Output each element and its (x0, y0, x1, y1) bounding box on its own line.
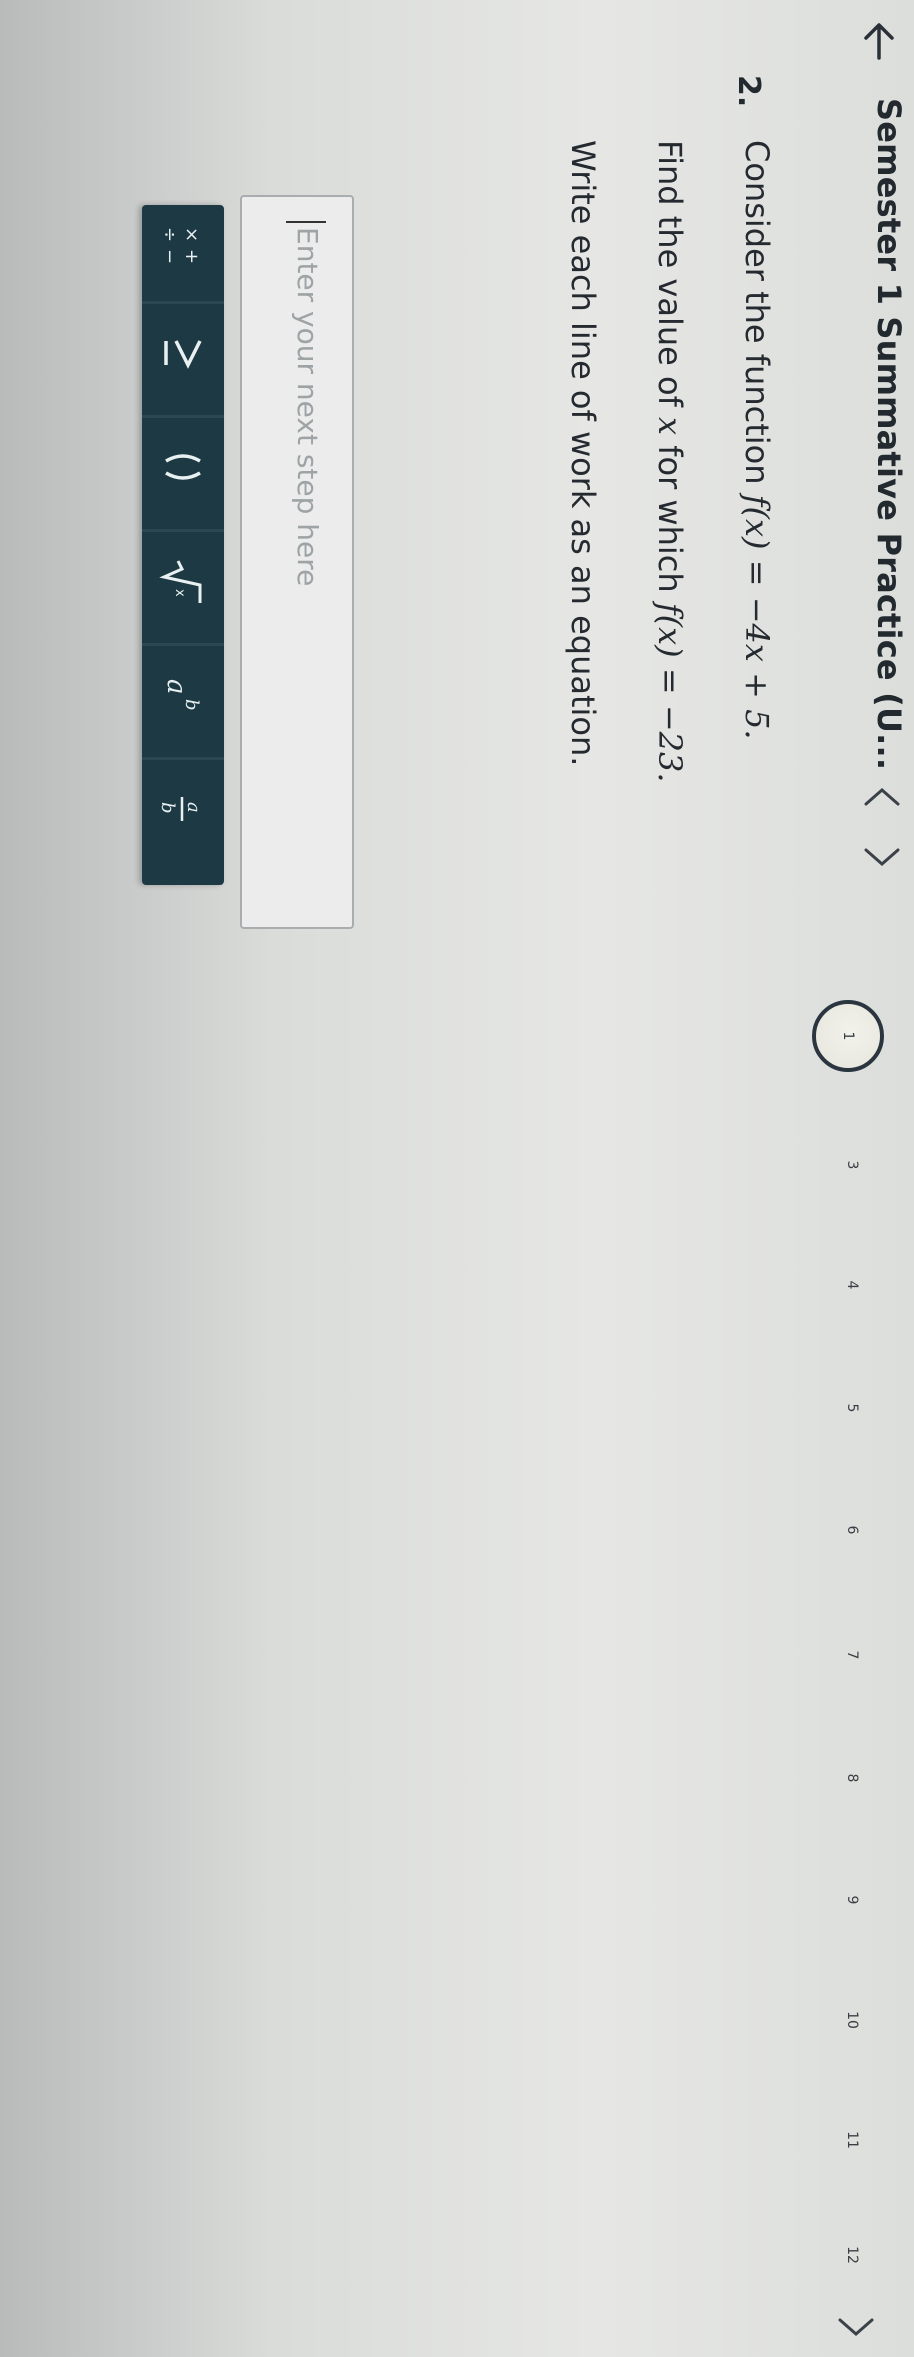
question-number: 2. (731, 75, 766, 108)
function-target-value: f(x) = −23. (651, 602, 689, 783)
svg-text:a: a (161, 679, 191, 695)
svg-text:−: − (159, 249, 180, 264)
math-toolbar: × + ÷ − x ab ab (142, 205, 224, 885)
page-label: 3 (844, 1160, 860, 1170)
toolbar-divider (142, 415, 224, 418)
svg-text:a: a (183, 802, 204, 813)
toolbar-divider (142, 757, 224, 760)
work-instruction: Write each line of work as an equation. (564, 140, 602, 767)
app-screen: Semester 1 Summative Practice (U... 1 3 … (0, 0, 914, 2357)
prompt-text: Consider the function (738, 140, 776, 495)
page-label: 4 (844, 1280, 860, 1290)
question-prompt-line: Consider the function f(x) = −4x + 5. (738, 140, 776, 740)
svg-text:x: x (172, 589, 187, 597)
page-button[interactable]: 4 (832, 1265, 872, 1305)
svg-text:b: b (157, 802, 178, 814)
page-label: 1 (840, 1031, 856, 1041)
page-label: 6 (844, 1525, 860, 1535)
chevron-right-icon[interactable] (836, 2310, 876, 2344)
answer-step-input[interactable]: Enter your next step here (240, 195, 354, 929)
page-button[interactable]: 6 (832, 1510, 872, 1550)
page-label: 12 (844, 2246, 860, 2264)
svg-text:b: b (181, 699, 202, 711)
inequality-icon[interactable] (148, 323, 218, 383)
exponent-icon[interactable]: ab (148, 665, 218, 725)
prompt-text: Find the value of (651, 140, 689, 418)
fraction-icon[interactable]: ab (148, 779, 218, 839)
input-placeholder: Enter your next step here (291, 227, 324, 587)
radical-icon[interactable]: x (148, 551, 218, 611)
assignment-title: Semester 1 Summative Practice (U... (870, 98, 908, 771)
toolbar-divider (142, 643, 224, 646)
page-button[interactable]: 3 (832, 1145, 872, 1185)
svg-text:×: × (181, 227, 202, 242)
page-label: 10 (844, 2011, 860, 2029)
arrow-left-icon[interactable] (856, 18, 902, 64)
text-caret (286, 221, 326, 223)
page-button[interactable]: 9 (832, 1880, 872, 1920)
question-navigator: 1 3 4 5 6 7 8 9 10 11 12 (792, 1000, 884, 2280)
page-button-current[interactable]: 1 (812, 1000, 884, 1072)
function-definition: f(x) = −4x + 5. (738, 494, 776, 740)
toolbar-divider (142, 529, 224, 532)
operations-icon[interactable]: × + ÷ − (148, 217, 218, 277)
toolbar-divider (142, 301, 224, 304)
svg-text:+: + (181, 249, 202, 264)
top-bar: Semester 1 Summative Practice (U... 1 3 … (804, 0, 914, 2357)
svg-text:÷: ÷ (159, 227, 180, 242)
chevron-right-icon[interactable] (862, 840, 902, 874)
chevron-left-icon[interactable] (862, 780, 902, 814)
page-button[interactable]: 5 (832, 1388, 872, 1428)
page-button[interactable]: 12 (832, 2235, 872, 2275)
page-button[interactable]: 10 (832, 2000, 872, 2040)
page-button[interactable]: 7 (832, 1635, 872, 1675)
page-label: 11 (844, 2131, 860, 2149)
question-instruction-line: Find the value of x for which f(x) = −23… (651, 140, 689, 783)
page-label: 5 (844, 1403, 860, 1413)
page-label: 9 (844, 1895, 860, 1905)
prompt-text: for which (651, 435, 689, 603)
page-label: 8 (844, 1773, 860, 1783)
page-button[interactable]: 11 (832, 2120, 872, 2160)
variable: x (651, 417, 689, 436)
page-button[interactable]: 8 (832, 1758, 872, 1798)
page-label: 7 (844, 1650, 860, 1660)
parentheses-icon[interactable] (148, 437, 218, 497)
